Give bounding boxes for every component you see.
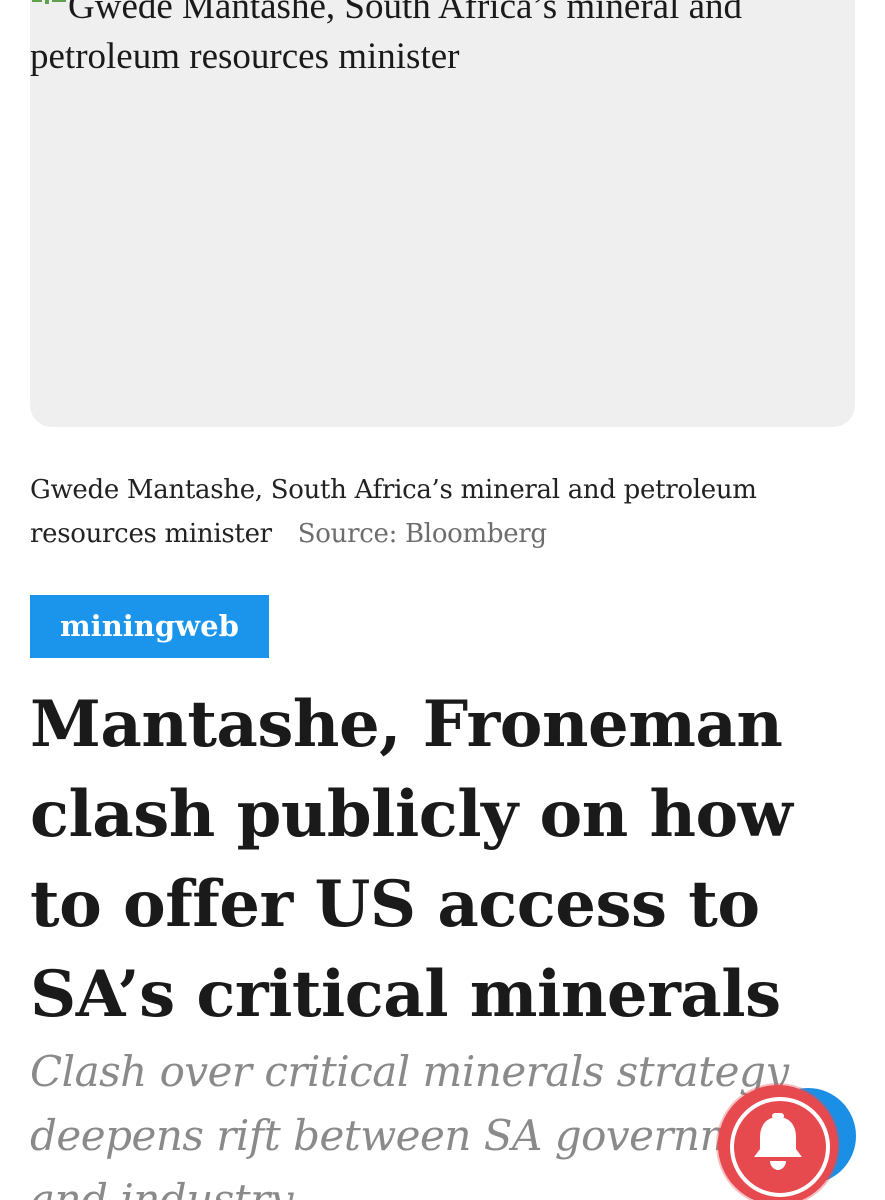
article-image: Gwede Mantashe, South Africa’s mineral a… (30, 0, 855, 427)
caption-source: Source: Bloomberg (297, 519, 547, 549)
notification-button[interactable] (718, 1085, 838, 1200)
image-alt-text: Gwede Mantashe, South Africa’s mineral a… (30, 0, 743, 77)
category-tag[interactable]: miningweb (30, 595, 269, 658)
bell-icon (754, 1113, 802, 1170)
article-subtitle: Clash over critical minerals strategy de… (30, 1047, 807, 1200)
article-headline: Mantashe, Froneman clash publicly on how… (30, 687, 793, 1032)
image-caption: Gwede Mantashe, South Africa’s mineral a… (30, 468, 830, 556)
